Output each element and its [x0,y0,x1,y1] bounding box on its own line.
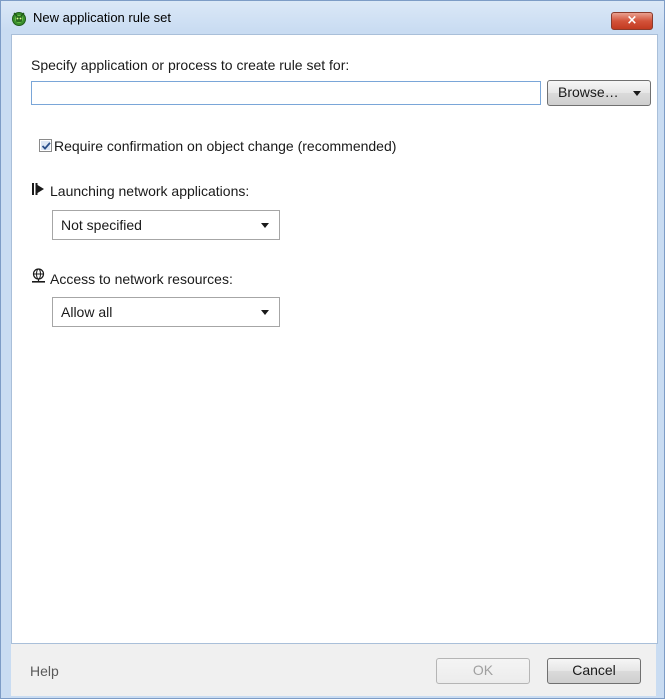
specify-label: Specify application or process to create… [31,57,350,73]
launching-select-value: Not specified [61,217,142,233]
application-path-input[interactable] [31,81,541,105]
globe-icon [32,268,45,283]
browse-label: Browse… [558,84,619,100]
title-bar[interactable]: New application rule set × [1,1,664,34]
require-confirmation-label: Require confirmation on object change (r… [54,138,397,154]
ok-label: OK [472,662,494,678]
close-button[interactable]: × [611,12,653,30]
launching-select[interactable]: Not specified [52,210,280,240]
access-label: Access to network resources: [50,271,233,287]
app-bug-icon [12,12,26,26]
network-launch-icon [32,183,44,195]
ok-button[interactable]: OK [436,658,530,684]
chevron-down-icon [261,310,269,315]
launching-label: Launching network applications: [50,183,250,199]
access-select[interactable]: Allow all [52,297,280,327]
browse-button[interactable]: Browse… [547,80,651,106]
access-select-value: Allow all [61,304,113,320]
dialog-footer: Help OK Cancel [11,644,656,696]
require-confirmation-checkbox[interactable] [39,139,52,152]
dropdown-arrow-icon [633,91,641,96]
dialog-content: Specify application or process to create… [11,34,658,644]
help-link[interactable]: Help [30,663,59,679]
dialog-window: New application rule set × Specify appli… [0,0,665,699]
checkmark-icon [41,141,51,150]
close-icon: × [626,13,638,28]
window-title: New application rule set [33,10,172,25]
chevron-down-icon [261,223,269,228]
cancel-label: Cancel [572,662,616,678]
cancel-button[interactable]: Cancel [547,658,641,684]
